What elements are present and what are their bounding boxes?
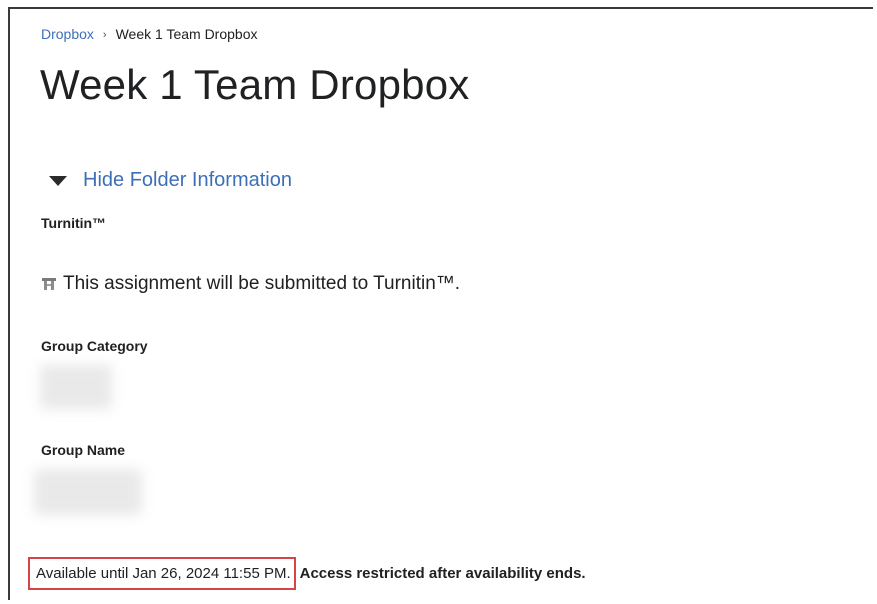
breadcrumb-dropbox-link[interactable]: Dropbox — [41, 26, 94, 42]
hide-folder-information-label[interactable]: Hide Folder Information — [83, 169, 292, 192]
breadcrumb-current: Week 1 Team Dropbox — [115, 26, 258, 42]
content-frame: Dropbox › Week 1 Team Dropbox Week 1 Tea… — [8, 7, 873, 600]
triangle-down-icon — [49, 175, 67, 186]
group-name-heading: Group Name — [41, 442, 126, 458]
page-title: Week 1 Team Dropbox — [40, 61, 470, 108]
turnitin-icon — [42, 278, 56, 290]
turnitin-message: This assignment will be submitted to Tur… — [41, 273, 460, 295]
turnitin-heading: Turnitin™ — [41, 215, 107, 231]
availability-info: Available until Jan 26, 2024 11:55 PM. A… — [28, 557, 586, 590]
hide-folder-information-toggle[interactable]: Hide Folder Information — [49, 169, 292, 192]
turnitin-message-text: This assignment will be submitted to Tur… — [63, 273, 461, 294]
breadcrumb: Dropbox › Week 1 Team Dropbox — [41, 26, 257, 42]
chevron-right-icon: › — [102, 29, 107, 41]
group-name-value-redacted — [34, 469, 142, 515]
availability-date-highlight: Available until Jan 26, 2024 11:55 PM. — [28, 557, 296, 590]
group-category-value-redacted — [40, 365, 112, 409]
availability-restriction: Access restricted after availability end… — [299, 565, 586, 582]
group-category-heading: Group Category — [41, 338, 148, 354]
